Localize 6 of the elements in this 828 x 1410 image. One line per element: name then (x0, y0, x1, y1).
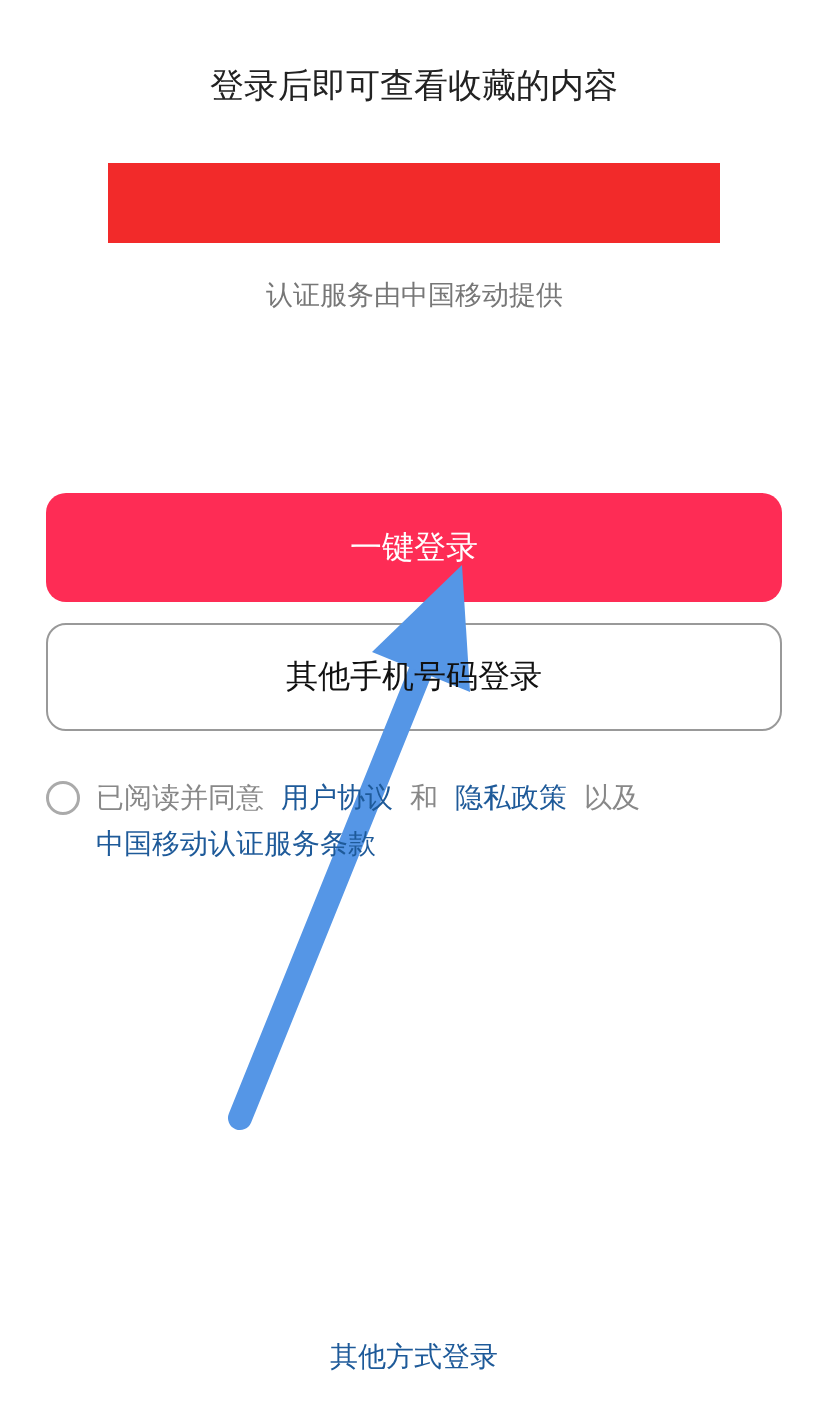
provider-note: 认证服务由中国移动提供 (265, 278, 563, 312)
one-click-login-button[interactable]: 一键登录 (46, 493, 782, 602)
page-title: 登录后即可查看收藏的内容 (210, 64, 618, 107)
agreement-link[interactable]: 隐私政策 (454, 781, 567, 814)
agree-radio[interactable] (46, 781, 80, 815)
other-login-link[interactable]: 其他方式登录 (330, 1338, 498, 1376)
